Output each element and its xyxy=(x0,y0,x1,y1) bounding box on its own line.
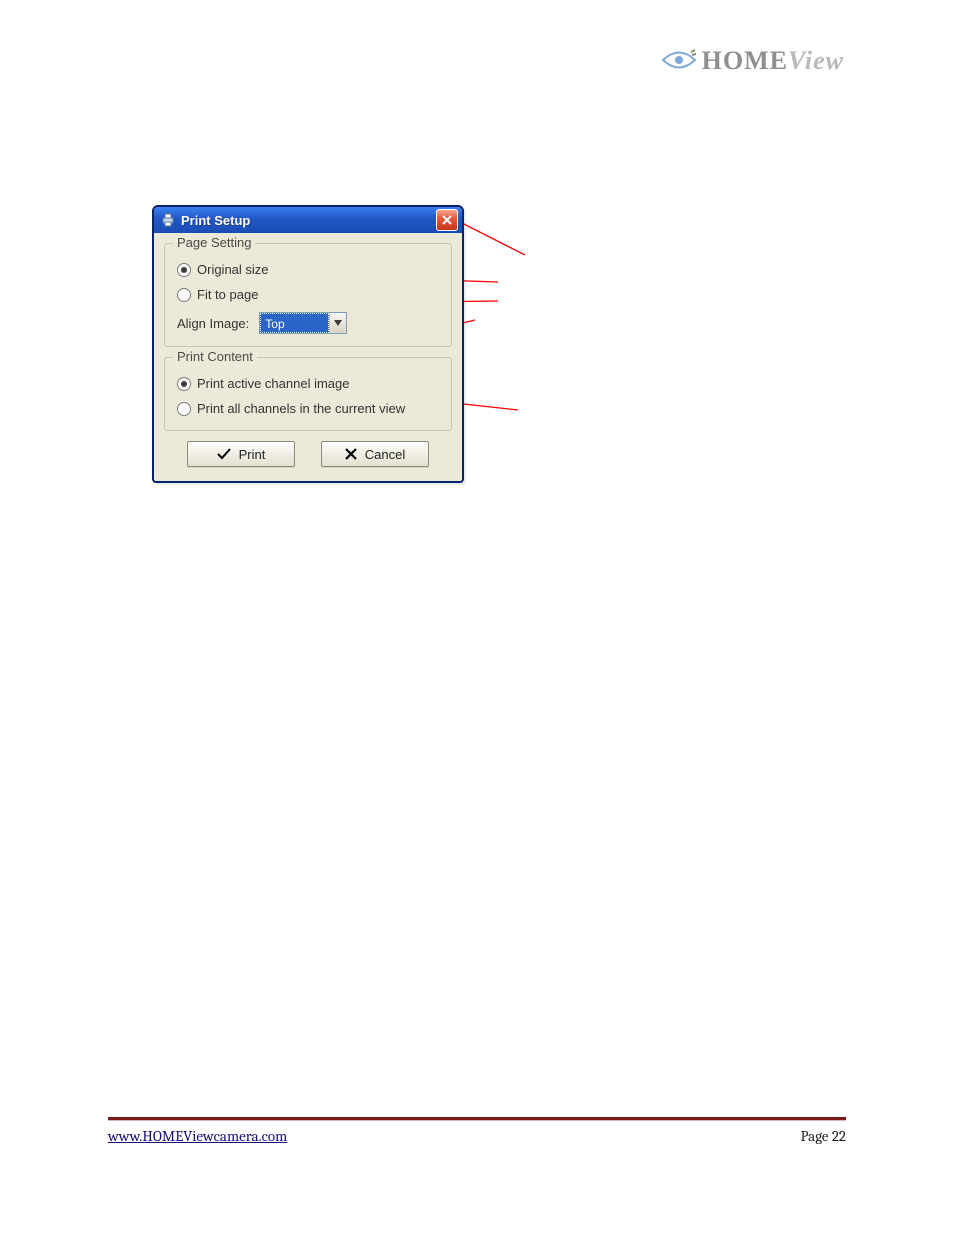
active-channel-radio[interactable] xyxy=(177,377,191,391)
page-setting-legend: Page Setting xyxy=(173,235,255,250)
figure-area: Print Setup Page Setting Original size F… xyxy=(150,205,570,555)
brand-text: HOMEView xyxy=(702,46,844,76)
cancel-button[interactable]: Cancel xyxy=(321,441,429,467)
chevron-down-icon xyxy=(329,313,346,333)
all-channels-radio[interactable] xyxy=(177,402,191,416)
cancel-button-label: Cancel xyxy=(365,447,405,462)
fit-to-page-row[interactable]: Fit to page xyxy=(177,287,441,302)
close-button[interactable] xyxy=(436,209,458,231)
brand-suffix: View xyxy=(788,46,844,75)
original-size-radio[interactable] xyxy=(177,263,191,277)
page-setting-group: Page Setting Original size Fit to page A… xyxy=(164,243,452,347)
all-channels-row[interactable]: Print all channels in the current view xyxy=(177,401,441,416)
brand-logo: HOMEView xyxy=(662,46,844,76)
x-icon xyxy=(345,448,357,460)
eye-icon xyxy=(662,49,696,74)
footer-url-link[interactable]: www.HOMEViewcamera.com xyxy=(108,1127,287,1145)
print-content-group: Print Content Print active channel image… xyxy=(164,357,452,431)
print-button[interactable]: Print xyxy=(187,441,295,467)
footer-divider xyxy=(108,1117,846,1121)
brand-main: HOME xyxy=(702,46,788,75)
all-channels-label: Print all channels in the current view xyxy=(197,401,405,416)
footer-page-number: Page 22 xyxy=(800,1127,846,1145)
button-row: Print Cancel xyxy=(164,441,452,467)
align-image-label: Align Image: xyxy=(177,316,249,331)
page-footer: www.HOMEViewcamera.com Page 22 xyxy=(108,1117,846,1145)
printer-icon xyxy=(160,212,176,228)
close-icon xyxy=(442,215,452,225)
active-channel-label: Print active channel image xyxy=(197,376,349,391)
print-setup-dialog: Print Setup Page Setting Original size F… xyxy=(152,205,464,483)
print-content-legend: Print Content xyxy=(173,349,257,364)
print-button-label: Print xyxy=(239,447,266,462)
active-channel-row[interactable]: Print active channel image xyxy=(177,376,441,391)
align-image-value: Top xyxy=(260,313,329,333)
original-size-label: Original size xyxy=(197,262,269,277)
align-image-row: Align Image: Top xyxy=(177,312,441,334)
align-image-select[interactable]: Top xyxy=(259,312,347,334)
dialog-body: Page Setting Original size Fit to page A… xyxy=(154,233,462,481)
fit-to-page-radio[interactable] xyxy=(177,288,191,302)
original-size-row[interactable]: Original size xyxy=(177,262,441,277)
fit-to-page-label: Fit to page xyxy=(197,287,258,302)
dialog-title: Print Setup xyxy=(181,213,436,228)
check-icon xyxy=(217,448,231,460)
titlebar[interactable]: Print Setup xyxy=(154,207,462,233)
